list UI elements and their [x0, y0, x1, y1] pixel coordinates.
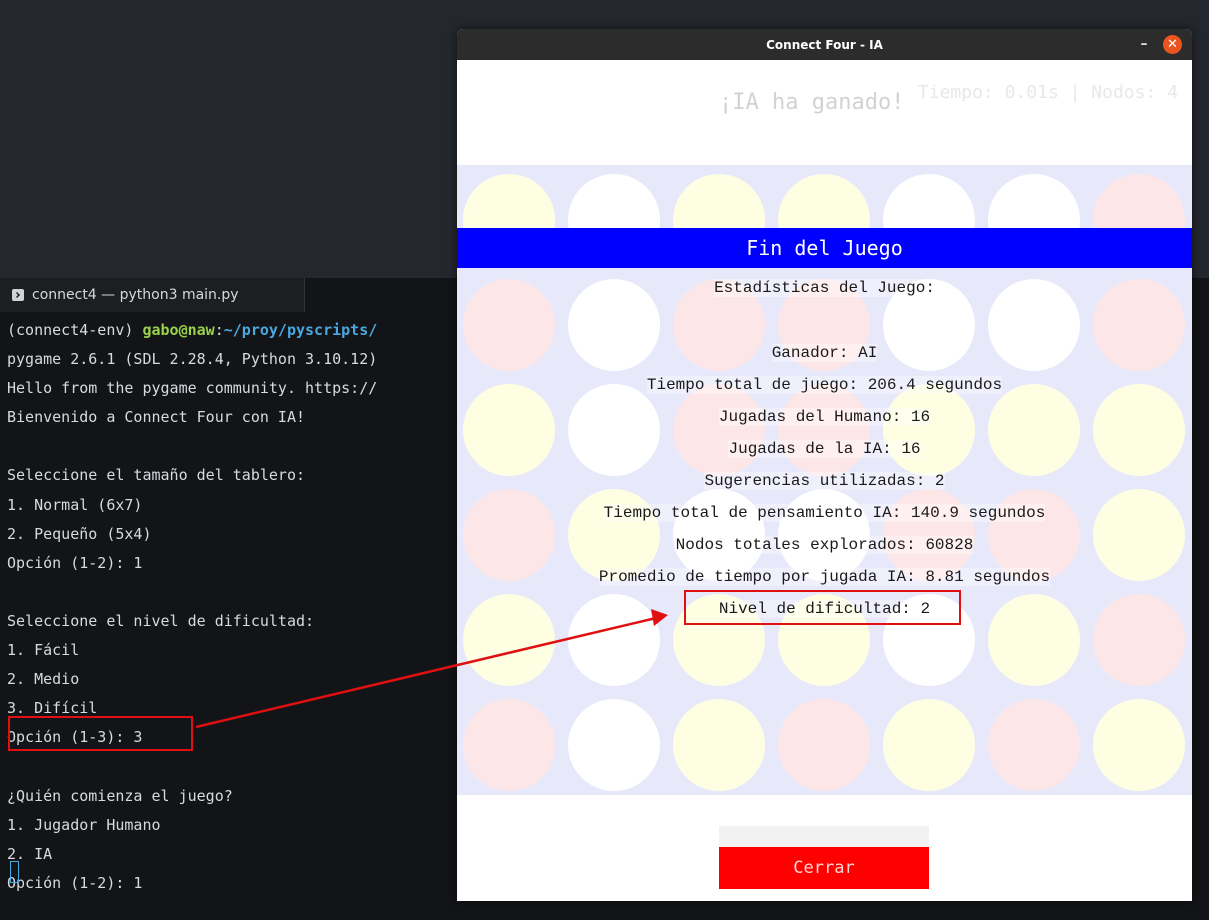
terminal-line: 2. IA: [7, 844, 53, 863]
board-cell[interactable]: [463, 699, 555, 791]
stat-line: Promedio de tiempo por jugada IA: 8.81 s…: [457, 568, 1192, 586]
window-close-button[interactable]: ✕: [1163, 35, 1182, 54]
terminal-line: Seleccione el nivel de dificultad:: [7, 611, 315, 630]
window-title: Connect Four - IA: [766, 37, 883, 52]
prompt-env: (connect4-env): [7, 321, 143, 339]
terminal-line: 2. Medio: [7, 670, 80, 689]
stat-line: Jugadas de la IA: 16: [457, 440, 1192, 458]
stat-line: Tiempo total de juego: 206.4 segundos: [457, 376, 1192, 394]
window-titlebar[interactable]: Connect Four - IA – ✕: [457, 29, 1192, 60]
stat-line: Tiempo total de pensamiento IA: 140.9 se…: [457, 504, 1192, 522]
board-cell[interactable]: [778, 699, 870, 791]
terminal-line: Opción (1-2): 1: [7, 553, 143, 572]
button-shadow: [719, 826, 929, 847]
board-cell[interactable]: [673, 699, 765, 791]
close-game-button[interactable]: Cerrar: [719, 847, 929, 889]
board-cell[interactable]: [568, 699, 660, 791]
terminal-line: 1. Jugador Humano: [7, 815, 161, 834]
annotation-box-difficulty: [684, 590, 961, 625]
stat-human-moves: Jugadas del Humano: 16: [718, 408, 931, 426]
terminal-line: Hello from the pygame community. https:/…: [7, 379, 378, 398]
minimize-button[interactable]: –: [1136, 36, 1152, 52]
stat-line: Sugerencias utilizadas: 2: [457, 472, 1192, 490]
ai-stats-text: Tiempo: 0.01s | Nodos: 4: [917, 82, 1178, 103]
terminal-cursor: [10, 861, 19, 883]
board-cell[interactable]: [1093, 699, 1185, 791]
terminal-line: 2. Pequeño (5x4): [7, 524, 152, 543]
board-cell[interactable]: [463, 384, 555, 476]
board-cell[interactable]: [988, 699, 1080, 791]
terminal-prompt-line: (connect4-env) gabo@naw:~/proy/pyscripts…: [7, 316, 457, 345]
stat-line: Ganador: AI: [457, 344, 1192, 362]
board-cell[interactable]: [673, 384, 765, 476]
stats-heading: Estadísticas del Juego:: [457, 279, 1192, 297]
terminal-line: ¿Quién comienza el juego?: [7, 786, 233, 805]
game-window: Connect Four - IA – ✕ Tiempo: 0.01s | No…: [457, 29, 1192, 901]
prompt-user: gabo@naw: [142, 321, 215, 339]
board-cell[interactable]: [778, 384, 870, 476]
board-cell[interactable]: [988, 384, 1080, 476]
stat-avg-move-time: Promedio de tiempo por jugada IA: 8.81 s…: [598, 568, 1051, 586]
stat-total-time: Tiempo total de juego: 206.4 segundos: [646, 376, 1003, 394]
stat-line: Jugadas del Humano: 16: [457, 408, 1192, 426]
board-cell[interactable]: [1093, 384, 1185, 476]
board-cell[interactable]: [883, 384, 975, 476]
stat-hints-used: Sugerencias utilizadas: 2: [704, 472, 945, 490]
terminal-tab-label: connect4 — python3 main.py: [32, 287, 239, 303]
stat-line: Nodos totales explorados: 60828: [457, 536, 1192, 554]
board-cell[interactable]: [883, 699, 975, 791]
terminal-output: (connect4-env) gabo@naw:~/proy/pyscripts…: [7, 316, 457, 898]
terminal-line: Bienvenido a Connect Four con IA!: [7, 408, 306, 427]
stat-ai-think-time: Tiempo total de pensamiento IA: 140.9 se…: [603, 504, 1046, 522]
terminal-line: Opción (1-2): 1: [7, 873, 143, 892]
game-status-area: Tiempo: 0.01s | Nodos: 4 ¡IA ha ganado!: [457, 60, 1192, 165]
annotation-box-option: [8, 716, 193, 751]
stat-nodes-explored: Nodos totales explorados: 60828: [675, 536, 974, 554]
game-over-banner: Fin del Juego: [457, 228, 1192, 268]
terminal-line: 1. Fácil: [7, 641, 80, 660]
game-bottom-area: Cerrar: [457, 795, 1192, 901]
terminal-line: Seleccione el tamaño del tablero:: [7, 466, 306, 485]
prompt-separator: :: [214, 321, 224, 339]
winner-text: ¡IA ha ganado!: [719, 90, 905, 115]
stats-heading-text: Estadísticas del Juego:: [714, 279, 935, 297]
stat-ai-moves: Jugadas de la IA: 16: [728, 440, 921, 458]
terminal-line: pygame 2.6.1 (SDL 2.28.4, Python 3.10.12…: [7, 350, 378, 369]
stat-winner: Ganador: AI: [771, 344, 878, 362]
terminal-line: 1. Normal (6x7): [7, 495, 143, 514]
board-cell[interactable]: [568, 384, 660, 476]
prompt-path: ~/proy/pyscripts/: [223, 321, 378, 339]
terminal-icon: [12, 289, 24, 301]
terminal-tab[interactable]: connect4 — python3 main.py: [0, 278, 305, 312]
